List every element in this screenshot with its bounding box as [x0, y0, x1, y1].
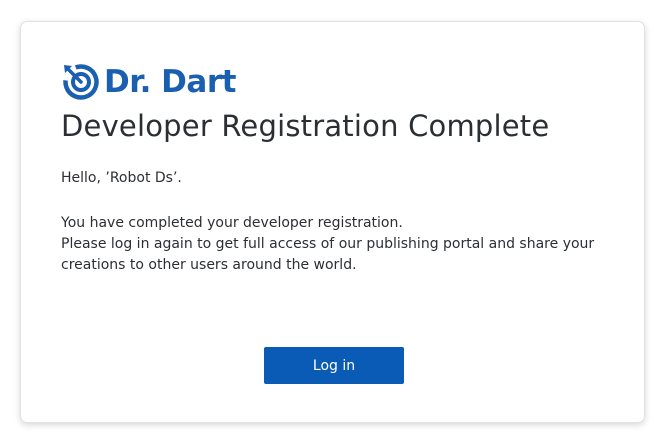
registration-card: Dr. Dart Developer Registration Complete… [20, 21, 645, 423]
message-line: Please log in again to get full access o… [61, 236, 595, 273]
page-title: Developer Registration Complete [61, 109, 550, 143]
dart-target-icon [62, 63, 100, 101]
registration-message: You have completed your developer regist… [61, 213, 601, 276]
greeting-text: Hello, ’Robot Ds’. [61, 170, 182, 186]
login-button[interactable]: Log in [264, 347, 404, 384]
message-line: You have completed your developer regist… [61, 215, 403, 231]
brand-name: Dr. Dart [104, 64, 236, 100]
brand-logo: Dr. Dart [62, 62, 236, 102]
